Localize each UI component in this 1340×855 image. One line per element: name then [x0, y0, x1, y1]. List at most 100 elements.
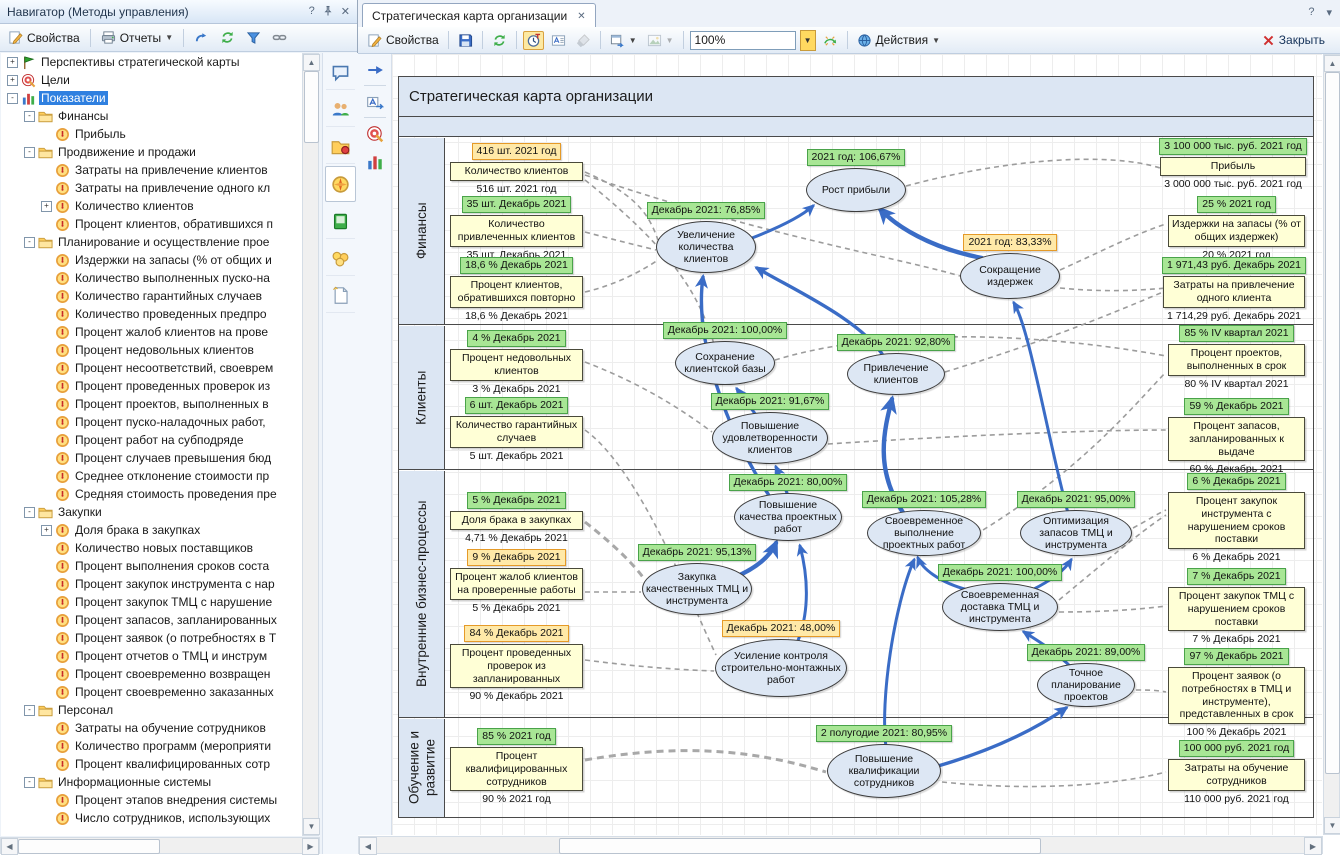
save-button[interactable] [455, 31, 476, 50]
goal-ellipse[interactable]: Оптимизация запасов ТМЦ и инструмента [1020, 510, 1132, 556]
close-panel-button[interactable]: ✕ [341, 5, 350, 18]
filter-button[interactable] [243, 28, 264, 47]
tree-item[interactable]: + Количество клиентов [1, 197, 302, 215]
refresh-button[interactable] [217, 28, 238, 47]
indicator-box[interactable]: Количество привлеченных клиентов [450, 215, 583, 247]
tree-item[interactable]: Процент закупок ТМЦ с нарушение [1, 593, 302, 611]
tree-expander[interactable]: - [24, 147, 35, 158]
side-tab[interactable] [326, 241, 355, 276]
canvas-vertical-scrollbar[interactable]: ▲ ▼ [1323, 54, 1340, 835]
indicator-box[interactable]: Доля брака в закупках [450, 511, 583, 530]
tree-horizontal-scrollbar[interactable]: ◀ ▶ [0, 837, 320, 854]
tree-expander[interactable]: + [7, 57, 18, 68]
tree-expander[interactable]: - [24, 777, 35, 788]
side-tab[interactable] [326, 55, 355, 90]
tree-item[interactable]: Среднее отклонение стоимости пр [1, 467, 302, 485]
tree-item[interactable]: Процент этапов внедрения системы [1, 791, 302, 809]
export-diagram-button[interactable]: ▼ [607, 31, 640, 50]
tree-item[interactable]: Процент жалоб клиентов на прове [1, 323, 302, 341]
indicator-box[interactable]: Количество гарантийных случаев [450, 416, 583, 448]
pin-icon[interactable] [322, 5, 334, 17]
side-tab[interactable] [326, 278, 355, 313]
goal-ellipse[interactable]: Привлечение клиентов [847, 353, 945, 395]
side-tab[interactable] [325, 166, 356, 202]
tree-expander[interactable]: + [41, 525, 52, 536]
go-to-button[interactable] [191, 28, 212, 47]
indicator-box[interactable]: Процент недовольных клиентов [450, 349, 583, 381]
goal-ellipse[interactable]: Сохранение клиентской базы [675, 341, 775, 385]
indicator-box[interactable]: Процент жалоб клиентов на проверенные ра… [450, 568, 583, 600]
doc-help-button[interactable]: ? [1308, 6, 1314, 19]
tree-item[interactable]: - Закупки [1, 503, 302, 521]
close-document-button[interactable]: Закрыть [1259, 31, 1328, 49]
tree-item[interactable]: - Показатели [1, 89, 302, 107]
tree-item[interactable]: Процент случаев превышения бюд [1, 449, 302, 467]
goal-ellipse[interactable]: Увеличение количества клиентов [656, 221, 756, 273]
side-tab[interactable] [326, 129, 355, 164]
tree-item[interactable]: + Доля брака в закупках [1, 521, 302, 539]
tree-item[interactable]: Издержки на запасы (% от общих и [1, 251, 302, 269]
actions-button[interactable]: Действия▼ [854, 31, 944, 50]
tree-item[interactable]: + Перспективы стратегической карты [1, 53, 302, 71]
tree-item[interactable]: Процент недовольных клиентов [1, 341, 302, 359]
tree-expander[interactable]: - [24, 507, 35, 518]
goal-ellipse[interactable]: Рост прибыли [806, 168, 906, 212]
tree-item[interactable]: Затраты на привлечение одного кл [1, 179, 302, 197]
tree-item[interactable]: Процент своевременно заказанных [1, 683, 302, 701]
goal-tool-button[interactable] [362, 121, 388, 146]
reports-button[interactable]: Отчеты▼ [98, 28, 176, 47]
tree-item[interactable]: Процент пуско-наладочных работ, [1, 413, 302, 431]
help-button[interactable]: ? [309, 5, 315, 18]
tree-item[interactable]: + Цели [1, 71, 302, 89]
tree-item[interactable]: Процент своевременно возвращен [1, 665, 302, 683]
tree-expander[interactable]: + [7, 75, 18, 86]
tree-expander[interactable]: - [24, 705, 35, 716]
side-tab[interactable] [326, 92, 355, 127]
tree-item[interactable]: Процент квалифицированных сотр [1, 755, 302, 773]
document-tab[interactable]: Стратегическая карта организации ✕ [362, 3, 596, 28]
tab-close-icon[interactable]: ✕ [577, 11, 585, 22]
label-tool-button[interactable] [362, 89, 388, 114]
tree-item[interactable]: - Информационные системы [1, 773, 302, 791]
doc-menu-button[interactable]: ▾ [1326, 6, 1332, 19]
indicator-box[interactable]: Процент проектов, выполненных в срок [1168, 344, 1305, 376]
indicator-box[interactable]: Затраты на привлечение одного клиента [1163, 276, 1305, 308]
tree-item[interactable]: Процент закупок инструмента с нар [1, 575, 302, 593]
tree-item[interactable]: Количество программ (мероприяти [1, 737, 302, 755]
tree-item[interactable]: Процент клиентов, обратившихся п [1, 215, 302, 233]
indicator-box[interactable]: Процент закупок ТМЦ с нарушением сроков … [1168, 587, 1305, 631]
indicator-box[interactable]: Процент клиентов, обратившихся повторно [450, 276, 583, 308]
goal-ellipse[interactable]: Своевременная доставка ТМЦ и инструмента [942, 583, 1058, 631]
tree-item[interactable]: Количество выполненных пуско-на [1, 269, 302, 287]
tree-item[interactable]: Процент отчетов о ТМЦ и инструм [1, 647, 302, 665]
goal-ellipse[interactable]: Сокращение издержек [960, 253, 1060, 299]
tree-expander[interactable]: + [41, 201, 52, 212]
indicator-box[interactable]: Процент проведенных проверок из запланир… [450, 644, 583, 688]
tree-item[interactable]: Затраты на обучение сотрудников [1, 719, 302, 737]
format-brush-button[interactable] [573, 31, 594, 50]
indicator-box[interactable]: Процент заявок (о потребностях в ТМЦ и и… [1168, 667, 1305, 724]
indicator-box[interactable]: Количество клиентов [450, 162, 583, 181]
indicator-box[interactable]: Прибыль [1160, 157, 1306, 176]
tree-item[interactable]: Процент проектов, выполненных в [1, 395, 302, 413]
indicator-box[interactable]: Издержки на запасы (% от общих издержек) [1168, 215, 1305, 247]
indicator-tool-button[interactable] [362, 149, 388, 174]
tree-item[interactable]: Процент проведенных проверок из [1, 377, 302, 395]
tree-vertical-scrollbar[interactable]: ▲ ▼ [302, 53, 319, 836]
tree-item[interactable]: Количество проведенных предпро [1, 305, 302, 323]
goal-ellipse[interactable]: Своевременное выполнение проектных работ [867, 510, 981, 556]
goal-ellipse[interactable]: Точное планирование проектов [1037, 663, 1135, 707]
tree-expander[interactable]: - [24, 237, 35, 248]
text-settings-button[interactable] [548, 31, 569, 50]
zoom-dropdown-button[interactable]: ▼ [800, 30, 816, 51]
tree-item[interactable]: Число сотрудников, использующих [1, 809, 302, 827]
tree-item[interactable]: Процент работ на субподряде [1, 431, 302, 449]
goal-ellipse[interactable]: Усиление контроля строительно-монтажных … [715, 639, 847, 697]
tree-item[interactable]: Количество гарантийных случаев [1, 287, 302, 305]
goal-ellipse[interactable]: Закупка качественных ТМЦ и инструмента [642, 563, 752, 615]
tree-item[interactable]: - Планирование и осуществление прое [1, 233, 302, 251]
tree-item[interactable]: Количество новых поставщиков [1, 539, 302, 557]
goal-ellipse[interactable]: Повышение квалификации сотрудников [827, 744, 941, 798]
zoom-input[interactable]: 100% [690, 31, 796, 50]
tree-item[interactable]: Процент несоответствий, своеврем [1, 359, 302, 377]
